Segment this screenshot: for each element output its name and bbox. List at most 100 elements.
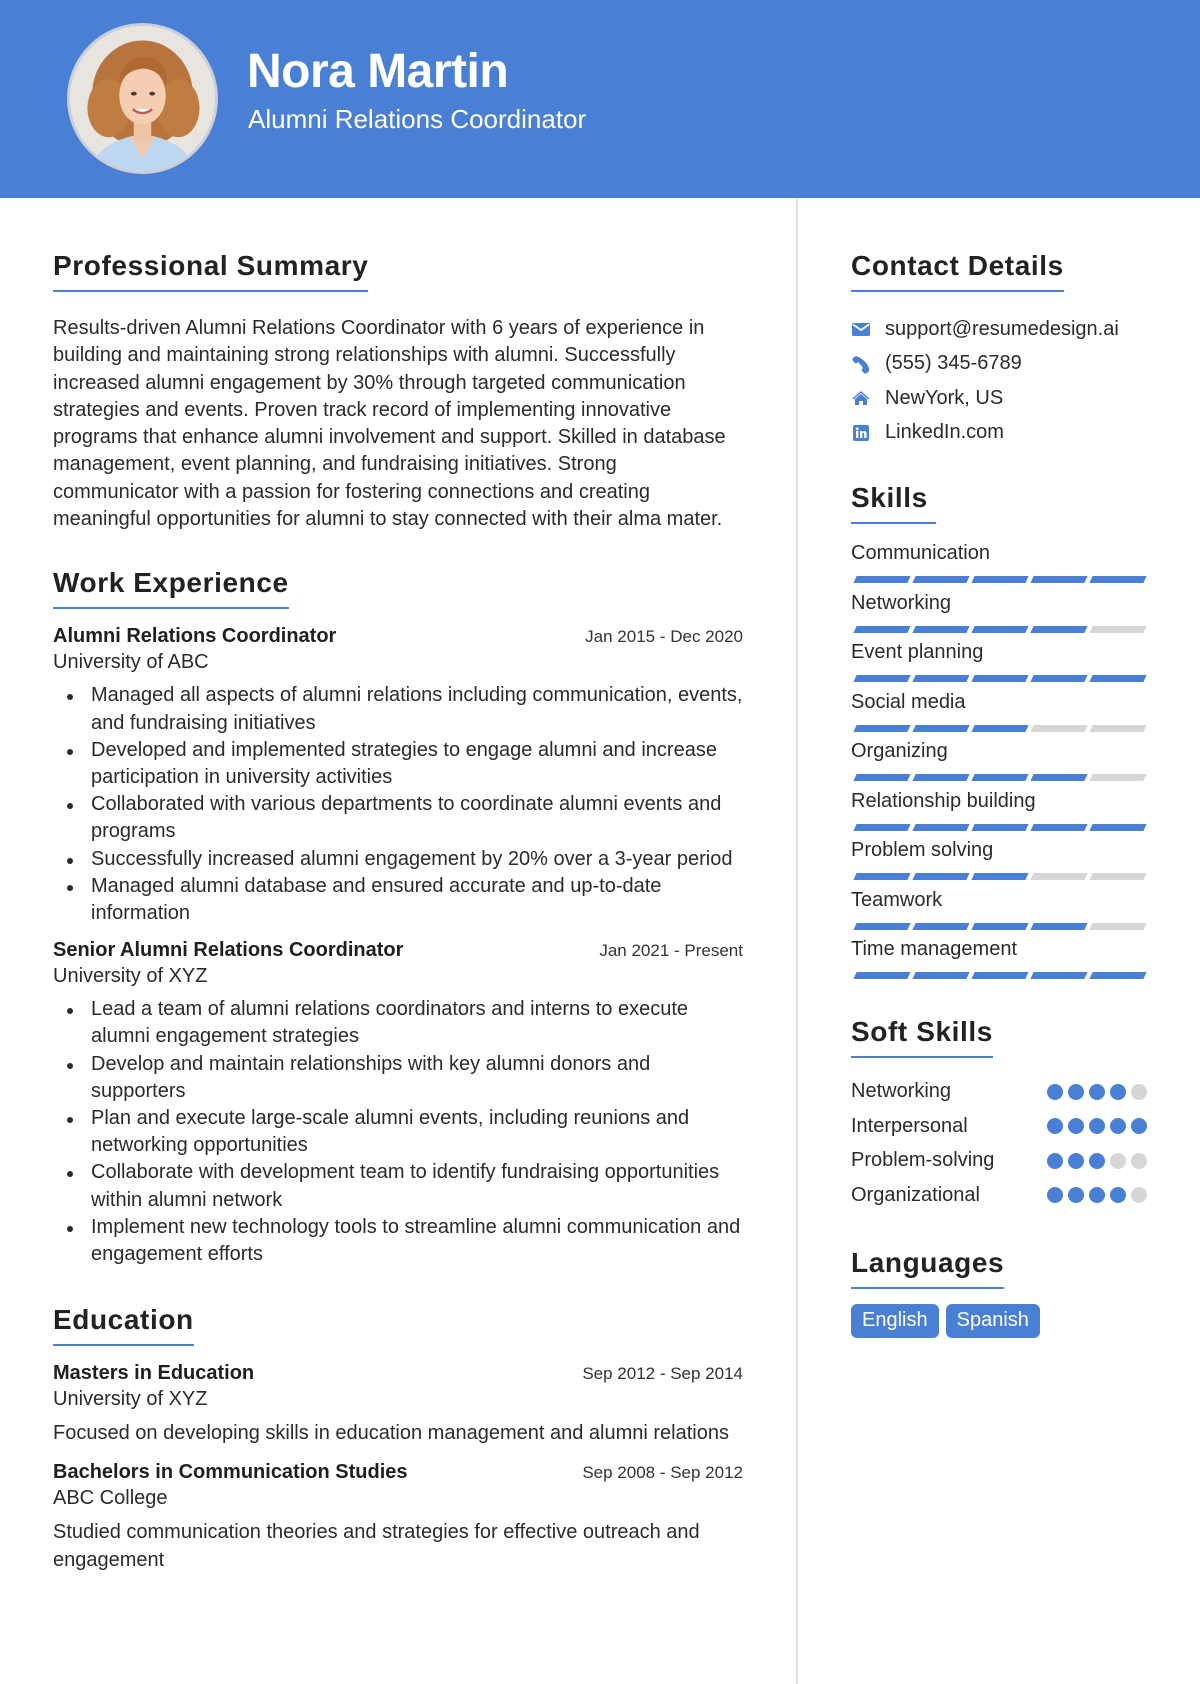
linkedin-icon (851, 423, 871, 443)
job-dates: Jan 2021 - Present (599, 941, 743, 961)
skill-segment-filled (1030, 972, 1088, 979)
bullet-item: Implement new technology tools to stream… (67, 1214, 743, 1268)
column-divider (796, 198, 798, 1684)
skill-level-bar (851, 922, 1147, 930)
skill-segment-filled (912, 972, 970, 979)
bullet-item: Collaborated with various departments to… (67, 791, 743, 845)
main-column: Professional Summary Results-driven Alum… (53, 250, 743, 1574)
rating-dot-filled (1089, 1118, 1105, 1135)
bullet-item: Plan and execute large-scale alumni even… (67, 1105, 743, 1159)
rating-dot-filled (1047, 1187, 1063, 1204)
skill-name: Social media (851, 690, 966, 713)
skill-item: Event planning (851, 639, 1147, 689)
skill-segment-empty (1030, 724, 1088, 732)
contact-phone-text: (555) 345-6789 (885, 352, 1022, 375)
contact-linkedin[interactable]: LinkedIn.com (851, 416, 1147, 451)
skill-segment-filled (912, 922, 970, 930)
skill-item: Time management (851, 936, 1147, 986)
rating-dot-filled (1110, 1118, 1126, 1135)
rating-dot-empty (1131, 1187, 1147, 1204)
soft-skill-name: Networking (851, 1080, 952, 1103)
soft-skill-rating (1047, 1187, 1147, 1204)
skill-segment-filled (853, 873, 911, 880)
rating-dot-filled (1068, 1118, 1084, 1135)
skill-level-bar (851, 625, 1147, 633)
skill-segment-empty (1089, 873, 1147, 880)
language-tag: English (851, 1303, 939, 1338)
rating-dot-filled (1131, 1118, 1147, 1135)
skill-segment-filled (1089, 823, 1147, 831)
skill-segment-filled (1030, 675, 1088, 682)
education-dates: Sep 2012 - Sep 2014 (582, 1364, 743, 1384)
skill-name: Networking (851, 591, 952, 614)
skill-segment-filled (853, 675, 911, 682)
skill-segment-filled (971, 774, 1029, 781)
job-title: Alumni Relations Coordinator (53, 625, 337, 648)
rating-dot-filled (1110, 1083, 1126, 1100)
skill-name: Teamwork (851, 888, 943, 911)
job-organization: University of XYZ (53, 965, 208, 988)
skill-segment-filled (1089, 576, 1147, 583)
rating-dot-filled (1068, 1187, 1084, 1204)
soft-skill-item: Interpersonal (851, 1109, 1147, 1144)
education-description: Focused on developing skills in educatio… (53, 1422, 729, 1445)
skill-level-bar (851, 774, 1147, 781)
skill-name: Communication (851, 542, 990, 564)
skill-segment-filled (971, 576, 1029, 583)
skill-item: Relationship building (851, 788, 1147, 838)
candidate-name: Nora Martin (247, 45, 509, 98)
skill-item: Teamwork (851, 887, 1147, 937)
rating-dot-filled (1089, 1152, 1105, 1169)
rating-dot-filled (1047, 1083, 1063, 1100)
skill-level-bar (851, 675, 1147, 682)
section-title: Work Experience (53, 567, 289, 610)
skill-segment-filled (853, 823, 911, 831)
skill-segment-filled (971, 922, 1029, 930)
skill-segment-filled (912, 675, 970, 682)
job-entry: Alumni Relations Coordinator Jan 2015 - … (53, 625, 743, 927)
skill-segment-filled (912, 823, 970, 831)
section-title: Soft Skills (851, 1016, 993, 1058)
skill-segment-filled (971, 675, 1029, 682)
education-description: Studied communication theories and strat… (53, 1521, 700, 1571)
bullet-item: Managed alumni database and ensured accu… (67, 873, 743, 927)
skill-segment-filled (1030, 625, 1088, 633)
skill-segment-filled (1030, 823, 1088, 831)
skill-segment-filled (1089, 675, 1147, 682)
contact-linkedin-text: LinkedIn.com (885, 421, 1004, 444)
skill-name: Organizing (851, 740, 948, 762)
skill-segment-filled (1030, 576, 1088, 583)
skill-item: Communication (851, 540, 1147, 590)
rating-dot-empty (1110, 1152, 1126, 1169)
contact-email[interactable]: support@resumedesign.ai (851, 312, 1147, 347)
skill-segment-filled (853, 724, 911, 732)
skill-name: Problem solving (851, 839, 994, 861)
job-organization: University of ABC (53, 651, 209, 674)
section-title: Languages (851, 1247, 1005, 1289)
skill-level-bar (851, 873, 1147, 880)
experience-section: Work Experience Alumni Relations Coordin… (53, 567, 743, 1268)
education-section: Education Masters in Education Sep 2012 … (53, 1304, 743, 1574)
skill-segment-filled (971, 625, 1029, 633)
section-title: Education (53, 1304, 194, 1347)
candidate-role: Alumni Relations Coordinator (248, 104, 587, 134)
soft-skills-section: Soft Skills Networking Interpersonal Probl… (851, 1016, 1147, 1213)
skill-segment-empty (1089, 724, 1147, 732)
skill-segment-filled (912, 724, 970, 732)
contact-location: NewYork, US (851, 381, 1147, 416)
skill-level-bar (851, 823, 1147, 831)
contact-section: Contact Details support@resumedesign.ai … (851, 250, 1147, 450)
contact-phone[interactable]: (555) 345-6789 (851, 347, 1147, 382)
job-bullets: Lead a team of alumni relations coordina… (53, 996, 743, 1268)
skill-segment-filled (971, 972, 1029, 979)
rating-dot-filled (1068, 1083, 1084, 1100)
skills-list: Communication Networking Event planning Soc… (851, 540, 1147, 986)
skill-item: Social media (851, 689, 1147, 739)
language-tag: Spanish (945, 1303, 1040, 1338)
skill-name: Event planning (851, 641, 984, 663)
skill-segment-filled (853, 922, 911, 930)
section-title: Professional Summary (53, 250, 369, 292)
bullet-item: Managed all aspects of alumni relations … (67, 682, 743, 736)
skill-segment-empty (1030, 873, 1088, 880)
skill-segment-empty (1089, 922, 1147, 930)
